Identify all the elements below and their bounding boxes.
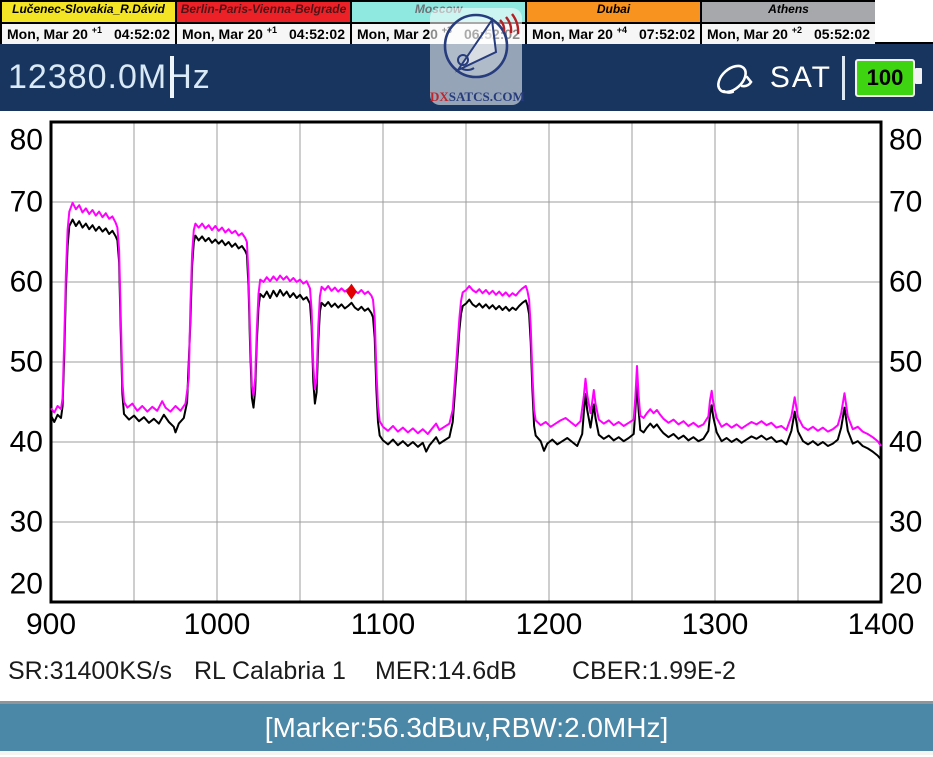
y-axis-tick-label-left: 60 (10, 266, 43, 299)
channel-name: RL Calabria 1 (194, 657, 346, 686)
clock-time: 04:52:02 (114, 26, 170, 42)
frequency-display[interactable]: 12380.0MHz (8, 58, 211, 97)
x-axis-tick-label: 900 (26, 608, 76, 641)
y-axis-tick-label-left: 50 (10, 346, 43, 379)
x-axis-tick-label: 1000 (184, 608, 251, 641)
cber-value: CBER:1.99E-2 (572, 657, 736, 686)
x-axis-tick-label: 1400 (848, 608, 915, 641)
clock-utc-offset: +2 (792, 24, 802, 35)
mer-value: MER:14.6dB (375, 657, 517, 686)
marker-bar: [Marker:56.3dBuv,RBW:2.0MHz] (0, 704, 933, 751)
sat-status-cluster: SAT 100 (712, 44, 925, 111)
y-axis-tick-label-right: 20 (889, 568, 922, 601)
text-cursor (170, 56, 174, 98)
x-axis-tick-label: 1300 (682, 608, 749, 641)
clock-time-row: Mon, Mar 20 +3 06:52:02 (352, 24, 525, 44)
clock-utc-offset: +1 (92, 24, 102, 35)
toolbar: 12380.0MHz SAT 100 (0, 44, 933, 111)
status-line: SR:31400KS/s RL Calabria 1 MER:14.6dB CB… (0, 645, 933, 701)
clock-city-name: Moscow (352, 2, 525, 24)
clock-cell-dubai: Dubai Mon, Mar 20 +4 07:52:02 (525, 0, 700, 42)
y-axis-tick-label-right: 50 (889, 346, 922, 379)
bottom-strip (0, 751, 933, 755)
y-axis-tick-label-left: 70 (10, 186, 43, 219)
clock-city-name: Lučenec-Slovakia_R.Dávid (2, 2, 175, 24)
satellite-dish-icon (712, 53, 758, 103)
spectrum-chart-area: 80 80 70 70 60 60 50 50 40 40 30 30 20 20 900 1000 1100 1… (0, 111, 933, 645)
y-axis-tick-label-right: 80 (889, 124, 922, 157)
clock-cell-berlin: Berlin-Paris-Vienna-Belgrade Mon, Mar 20… (175, 0, 350, 42)
clock-date: Mon, Mar 20 (707, 26, 788, 42)
x-axis-tick-label: 1100 (351, 608, 416, 641)
clock-utc-offset: +4 (617, 24, 627, 35)
clock-city-name: Athens (702, 2, 875, 24)
toolbar-divider (842, 56, 845, 100)
clock-utc-offset: +3 (442, 24, 452, 35)
sat-label: SAT (770, 61, 832, 95)
y-axis-tick-label-left: 80 (10, 124, 43, 157)
clock-date: Mon, Mar 20 (7, 26, 88, 42)
clock-time-row: Mon, Mar 20 +1 04:52:02 (2, 24, 175, 44)
clock-time: 07:52:02 (639, 26, 695, 42)
world-clocks-strip: Lučenec-Slovakia_R.Dávid Mon, Mar 20 +1 … (0, 0, 933, 44)
clock-time-row: Mon, Mar 20 +2 05:52:02 (702, 24, 875, 44)
clock-cell-moscow: Moscow Mon, Mar 20 +3 06:52:02 (350, 0, 525, 42)
clock-time-row: Mon, Mar 20 +4 07:52:02 (527, 24, 700, 44)
y-axis-tick-label-right: 60 (889, 266, 922, 299)
x-axis-tick-label: 1200 (516, 608, 583, 641)
battery-nub (915, 68, 922, 84)
clocks-filler (875, 0, 933, 42)
y-axis-tick-label-right: 70 (889, 186, 922, 219)
marker-readout: [Marker:56.3dBuv,RBW:2.0MHz] (265, 712, 669, 744)
clock-time-row: Mon, Mar 20 +1 04:52:02 (177, 24, 350, 44)
clock-time: 05:52:02 (814, 26, 870, 42)
spectrum-chart[interactable]: 80 80 70 70 60 60 50 50 40 40 30 30 20 20 900 1000 1100 1… (0, 111, 933, 645)
y-axis-tick-label-left: 30 (10, 506, 43, 539)
clock-city-name: Berlin-Paris-Vienna-Belgrade (177, 2, 350, 24)
y-axis-tick-label-right: 40 (889, 426, 922, 459)
clock-utc-offset: +1 (267, 24, 277, 35)
clock-cell-lucenec: Lučenec-Slovakia_R.Dávid Mon, Mar 20 +1 … (0, 0, 175, 42)
clock-time: 04:52:02 (289, 26, 345, 42)
clock-date: Mon, Mar 20 (532, 26, 613, 42)
symbol-rate-value: SR:31400KS/s (8, 657, 172, 686)
y-axis-tick-label-right: 30 (889, 506, 922, 539)
clock-time: 06:52:02 (464, 26, 520, 42)
battery-indicator: 100 (855, 59, 915, 97)
y-axis-tick-label-left: 20 (10, 568, 43, 601)
clock-cell-athens: Athens Mon, Mar 20 +2 05:52:02 (700, 0, 875, 42)
clock-city-name: Dubai (527, 2, 700, 24)
clock-date: Mon, Mar 20 (182, 26, 263, 42)
marker-diamond[interactable] (346, 284, 357, 300)
battery-level: 100 (867, 65, 904, 91)
clock-date: Mon, Mar 20 (357, 26, 438, 42)
y-axis-tick-label-left: 40 (10, 426, 43, 459)
